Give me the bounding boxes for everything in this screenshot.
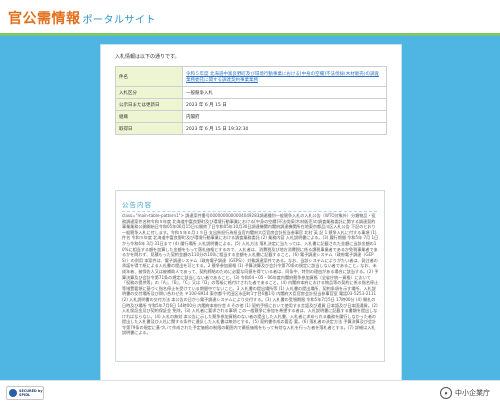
logo-main-text: 官公需情報 [8,11,81,27]
agency-logo-icon: ● [440,387,452,399]
info-row-date: 公示日または更新日 2023 年 6 月 15 日 [115,98,387,111]
info-value: 2023 年 6 月 15 日 [182,98,387,111]
site-header: 官公需情報 ポータルサイト [0,0,500,36]
agency-brand[interactable]: ● 中小企業庁 [440,387,490,399]
site-footer: SECURED by SPIDL ● 中小企業庁 [0,380,500,404]
info-row-organization: 組織 内閣府 [115,110,387,123]
info-row-retrieved: 取得日 2023 年 6 月 15 日 19:32:30 [115,122,387,135]
agency-brand-text: 中小企業庁 [455,389,490,397]
info-label: 取得日 [115,122,183,135]
security-badge[interactable]: SECURED by SPIDL [6,386,44,400]
info-value: 令和５年度 北海道中富良野町及び環境行動事業における[中身の空欄]不法伐採(木材… [182,66,387,87]
announcement-body: class="main-table-pattern1"> 調達案件番号00000… [122,213,379,336]
security-seal-icon [9,389,17,397]
logo-sub-text: ポータルサイト [82,15,156,26]
security-badge-text: SECURED by SPIDL [19,389,43,397]
info-label: 入札区分 [115,86,183,99]
intro-text: 入札情報は以下の通りです。 [115,54,180,60]
info-value: 一般競争入札 [182,86,387,99]
bid-title-link[interactable]: 令和５年度 北海道中富良野町及び環境行動事業における[中身の空欄]不法伐採(木材… [186,72,379,83]
announcement-content-box: 公告内容 class="main-table-pattern1"> 調達案件番号… [115,190,385,362]
info-row-title: 件名 令和５年度 北海道中富良野町及び環境行動事業における[中身の空欄]不法伐採… [115,66,387,87]
info-value: 内閣府 [182,110,387,123]
announcement-title: 公告内容 [122,199,377,212]
info-row-category: 入札区分 一般競争入札 [115,86,387,99]
info-label: 件名 [115,66,183,87]
info-label: 公示日または更新日 [115,98,183,111]
site-logo[interactable]: 官公需情報 ポータルサイト [8,8,156,28]
bid-detail-card: 入札情報は以下の通りです。 件名 令和５年度 北海道中富良野町及び環境行動事業に… [100,44,402,381]
info-value: 2023 年 6 月 15 日 19:32:30 [182,122,387,135]
bid-info-table: 件名 令和５年度 北海道中富良野町及び環境行動事業における[中身の空欄]不法伐採… [115,66,387,135]
info-label: 組織 [115,110,183,123]
